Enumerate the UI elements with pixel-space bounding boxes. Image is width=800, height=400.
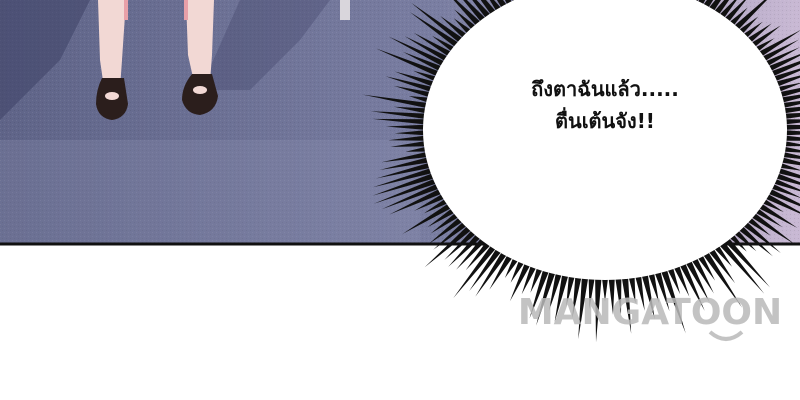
speech-line-2: ตื่นเต้นจัง!!: [555, 109, 655, 133]
chair-leg: [340, 0, 350, 20]
mangatoon-watermark: MANGATOON: [518, 292, 782, 341]
watermark-smile-icon: [708, 330, 744, 341]
speech-line-1: ถึงตาฉันแล้ว.....: [531, 77, 679, 101]
watermark-text: MANGATOON: [518, 292, 782, 333]
